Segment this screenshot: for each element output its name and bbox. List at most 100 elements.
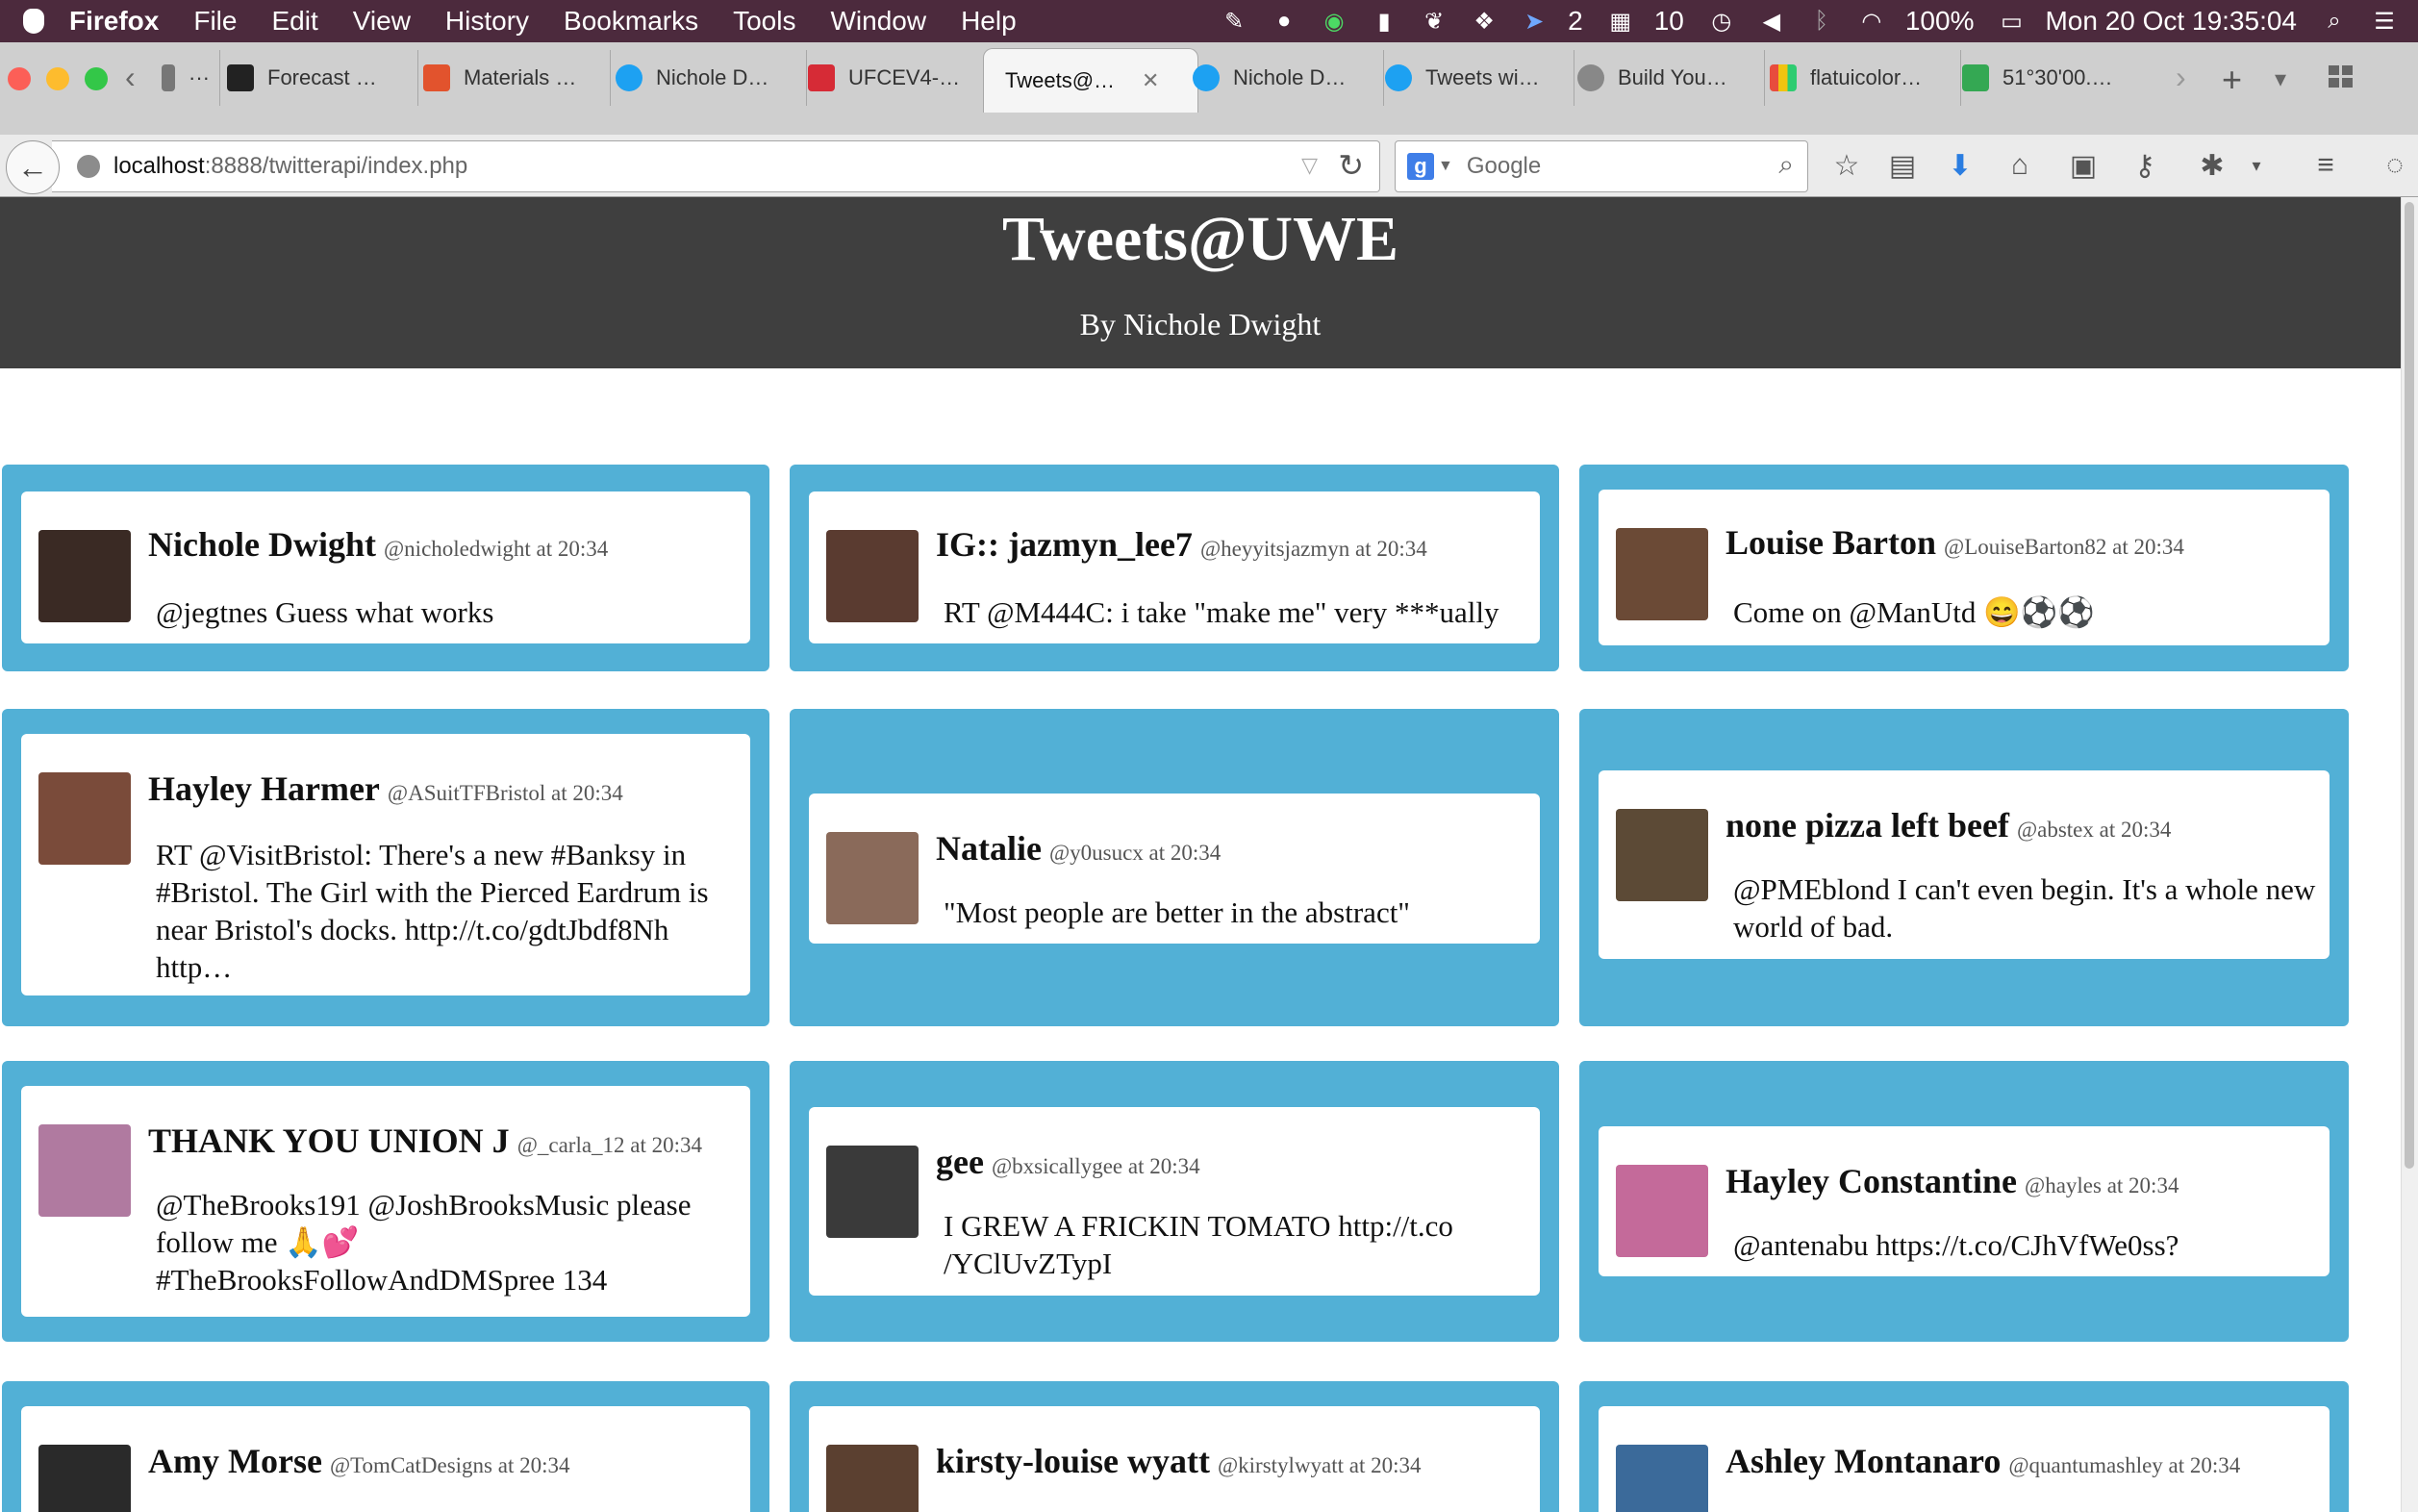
notification-center-icon[interactable]: ☰ — [2368, 9, 2401, 35]
user-avatar[interactable] — [1616, 528, 1708, 620]
home-icon[interactable]: ⌂ — [2001, 149, 2039, 181]
user-avatar[interactable] — [826, 530, 919, 622]
tweet-card[interactable]: Hayley Constantine @hayles at 20:34 @ante… — [1599, 1126, 2330, 1276]
search-icon[interactable]: ⌕ — [1778, 149, 1794, 181]
user-avatar[interactable] — [38, 1445, 131, 1512]
tab-scroll-left-icon[interactable]: ‹ — [125, 60, 136, 95]
spotlight-search-icon[interactable]: ⌕ — [2318, 8, 2351, 34]
pen-icon[interactable]: ✎ — [1218, 9, 1250, 35]
battery-status-icon[interactable]: ▮ — [1368, 9, 1400, 35]
menu-view[interactable]: View — [353, 6, 411, 37]
adobe-icon[interactable]: ▦ — [1604, 9, 1637, 35]
tab-groups-icon[interactable] — [2328, 63, 2355, 90]
tab-tweets-uwe-active[interactable]: Tweets@… ✕ — [983, 48, 1198, 113]
bookmarks-menu-icon[interactable]: ▤ — [1883, 150, 1922, 182]
downloads-icon[interactable]: ⬇ — [1941, 150, 1979, 182]
tweet-author-name[interactable]: Louise Barton — [1725, 523, 1936, 562]
volume-icon[interactable]: ◀ — [1755, 9, 1788, 35]
google-engine-icon[interactable]: g — [1407, 153, 1434, 180]
tweet-card[interactable]: gee @bxsicallygee at 20:34 I GREW A FRICK… — [809, 1107, 1540, 1296]
menubar-clock[interactable]: Mon 20 Oct 19:35:04 — [2045, 6, 2297, 37]
user-avatar[interactable] — [38, 1124, 131, 1217]
tweet-card[interactable]: Louise Barton @LouiseBarton82 at 20:34 Co… — [1599, 490, 2330, 645]
user-avatar[interactable] — [1616, 1445, 1708, 1512]
engine-dropdown-icon[interactable]: ▼ — [1438, 158, 1453, 175]
user-avatar[interactable] — [826, 1445, 919, 1512]
url-history-dropdown-icon[interactable]: ▽ — [1301, 153, 1318, 178]
user-avatar[interactable] — [1616, 809, 1708, 901]
menu-help[interactable]: Help — [961, 6, 1017, 37]
tab-tweets-with[interactable]: Tweets wi… — [1385, 50, 1574, 106]
url-text[interactable]: localhost:8888/twitterapi/index.php — [113, 153, 467, 180]
tab-ufcev4[interactable]: UFCEV4-… — [808, 50, 981, 106]
battery-icon[interactable]: ▭ — [1995, 9, 2028, 35]
tweet-author-name[interactable]: Natalie — [936, 829, 1042, 868]
tweet-author-name[interactable]: Ashley Montanaro — [1725, 1442, 2001, 1480]
menu-file[interactable]: File — [193, 6, 237, 37]
list-all-tabs-icon[interactable]: ▾ — [2275, 65, 2286, 93]
reload-icon[interactable]: ↻ — [1338, 147, 1364, 184]
tab-materials[interactable]: Materials … — [423, 50, 611, 106]
tweet-author-name[interactable]: Nichole Dwight — [148, 525, 376, 564]
search-bar[interactable]: g ▼ Google ⌕ — [1395, 140, 1808, 192]
tweet-author-name[interactable]: Hayley Constantine — [1725, 1162, 2017, 1200]
new-tab-icon[interactable]: + — [2222, 60, 2242, 100]
time-machine-icon[interactable]: ◷ — [1705, 9, 1738, 35]
tweet-author-name[interactable]: Amy Morse — [148, 1442, 322, 1480]
wifi-icon[interactable]: ◠ — [1855, 9, 1888, 35]
firebug-icon[interactable]: ✱ — [2193, 150, 2231, 182]
tweet-card[interactable]: Natalie @y0usucx at 20:34 "Most people ar… — [809, 794, 1540, 944]
evernote-icon[interactable]: ❦ — [1418, 9, 1450, 35]
tweet-author-name[interactable]: gee — [936, 1143, 984, 1181]
sync-icon[interactable]: ◉ — [1318, 9, 1350, 35]
user-avatar[interactable] — [826, 1146, 919, 1238]
password-key-icon[interactable]: ⚷ — [2126, 150, 2164, 182]
window-maximize-button[interactable] — [85, 67, 108, 90]
menu-tools[interactable]: Tools — [733, 6, 795, 37]
menu-edit[interactable]: Edit — [271, 6, 317, 37]
tab-nichole-2[interactable]: Nichole D… — [1193, 50, 1384, 106]
tweet-card[interactable]: Ashley Montanaro @quantumashley at 20:34 — [1599, 1406, 2330, 1512]
back-button[interactable]: ← — [6, 140, 60, 194]
tab-scroll-right-icon[interactable]: › — [2176, 60, 2186, 95]
tweet-card[interactable]: none pizza left beef @abstex at 20:34 @PM… — [1599, 770, 2330, 959]
dropbox-icon[interactable]: ❖ — [1468, 9, 1500, 35]
bluetooth-icon[interactable]: ᛒ — [1805, 8, 1838, 34]
tweet-card[interactable]: Nichole Dwight @nicholedwight at 20:34 @j… — [21, 491, 750, 643]
tweet-card[interactable]: Hayley Harmer @ASuitTFBristol at 20:34 RT… — [21, 734, 750, 995]
tweet-author-name[interactable]: none pizza left beef — [1725, 806, 2009, 844]
menu-bookmarks[interactable]: Bookmarks — [564, 6, 698, 37]
user-avatar[interactable] — [38, 772, 131, 865]
cursor-icon[interactable]: ➤ — [1518, 9, 1550, 35]
tweet-card[interactable]: kirsty-louise wyatt @kirstylwyatt at 20:3… — [809, 1406, 1540, 1512]
sync-status-icon[interactable]: ◌ — [2376, 149, 2414, 181]
page-scrollbar-thumb[interactable] — [2405, 202, 2414, 1169]
menu-window[interactable]: Window — [830, 6, 926, 37]
window-minimize-button[interactable] — [46, 67, 69, 90]
menu-app[interactable]: Firefox — [69, 6, 159, 37]
tweet-author-name[interactable]: IG:: jazmyn_lee7 — [936, 525, 1193, 564]
tweet-author-name[interactable]: THANK YOU UNION J — [148, 1121, 510, 1160]
tab-build-your[interactable]: Build You… — [1577, 50, 1765, 106]
firebug-dropdown-icon[interactable]: ▾ — [2237, 150, 2276, 181]
user-avatar[interactable] — [1616, 1165, 1708, 1257]
menu-history[interactable]: History — [445, 6, 529, 37]
user-avatar[interactable] — [826, 832, 919, 924]
tweet-card[interactable]: THANK YOU UNION J @_carla_12 at 20:34 @Th… — [21, 1086, 750, 1317]
tab-flatuicolors[interactable]: flatuicolor… — [1770, 50, 1961, 106]
tab-nichole-1[interactable]: Nichole D… — [616, 50, 807, 106]
pocket-icon[interactable]: ▣ — [2064, 150, 2103, 182]
hamburger-menu-icon[interactable]: ≡ — [2306, 149, 2345, 181]
hat-icon[interactable]: ● — [1268, 8, 1300, 34]
tweet-author-name[interactable]: Hayley Harmer — [148, 769, 380, 808]
bookmark-star-icon[interactable]: ☆ — [1827, 150, 1866, 182]
apple-menu-icon[interactable] — [23, 9, 44, 34]
url-bar[interactable]: localhost:8888/twitterapi/index.php ▽ ↻ — [52, 140, 1380, 192]
window-close-button[interactable] — [8, 67, 31, 90]
tweet-card[interactable]: Amy Morse @TomCatDesigns at 20:34 — [21, 1406, 750, 1512]
tab-0[interactable]: ··· — [162, 50, 220, 106]
tab-close-icon[interactable]: ✕ — [1142, 68, 1159, 93]
tweet-author-name[interactable]: kirsty-louise wyatt — [936, 1442, 1210, 1480]
tweet-card[interactable]: IG:: jazmyn_lee7 @heyyitsjazmyn at 20:34 … — [809, 491, 1540, 643]
tab-maps[interactable]: 51°30'00.… — [1962, 50, 2154, 106]
